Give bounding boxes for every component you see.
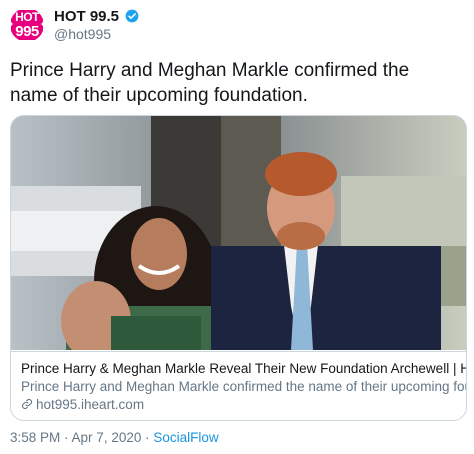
card-title[interactable]: Prince Harry & Meghan Markle Reveal Thei… [21, 361, 466, 376]
tweet-meta: 3:58 PM · Apr 7, 2020 · SocialFlow [10, 430, 219, 445]
link-icon [21, 398, 33, 410]
card-photo [11, 116, 466, 350]
avatar-logo-top: HOT [11, 10, 43, 24]
card-description: Prince Harry and Meghan Markle confirmed… [21, 379, 466, 394]
meta-separator: · [141, 430, 154, 445]
avatar-logo-bottom: 995 [11, 24, 43, 40]
card-domain-text: hot995.iheart.com [36, 397, 145, 412]
tweet-source[interactable]: SocialFlow [153, 430, 218, 445]
display-name[interactable]: HOT 99.5 [54, 8, 119, 25]
tweet-date[interactable]: Apr 7, 2020 [72, 430, 142, 445]
verified-badge-icon [125, 9, 139, 23]
meta-separator: · [60, 430, 72, 445]
card-body[interactable]: Prince Harry & Meghan Markle Reveal Thei… [11, 351, 466, 420]
tweet-text: Prince Harry and Meghan Markle confirmed… [10, 60, 410, 106]
card-domain[interactable]: hot995.iheart.com [21, 397, 144, 412]
tweet-header: HOT 995 HOT 99.5 @hot995 [10, 6, 450, 42]
user-handle[interactable]: @hot995 [54, 26, 111, 42]
link-card[interactable]: Prince Harry & Meghan Markle Reveal Thei… [10, 115, 467, 421]
card-image[interactable] [11, 116, 466, 350]
avatar[interactable]: HOT 995 [10, 8, 44, 42]
tweet-time[interactable]: 3:58 PM [10, 430, 60, 445]
